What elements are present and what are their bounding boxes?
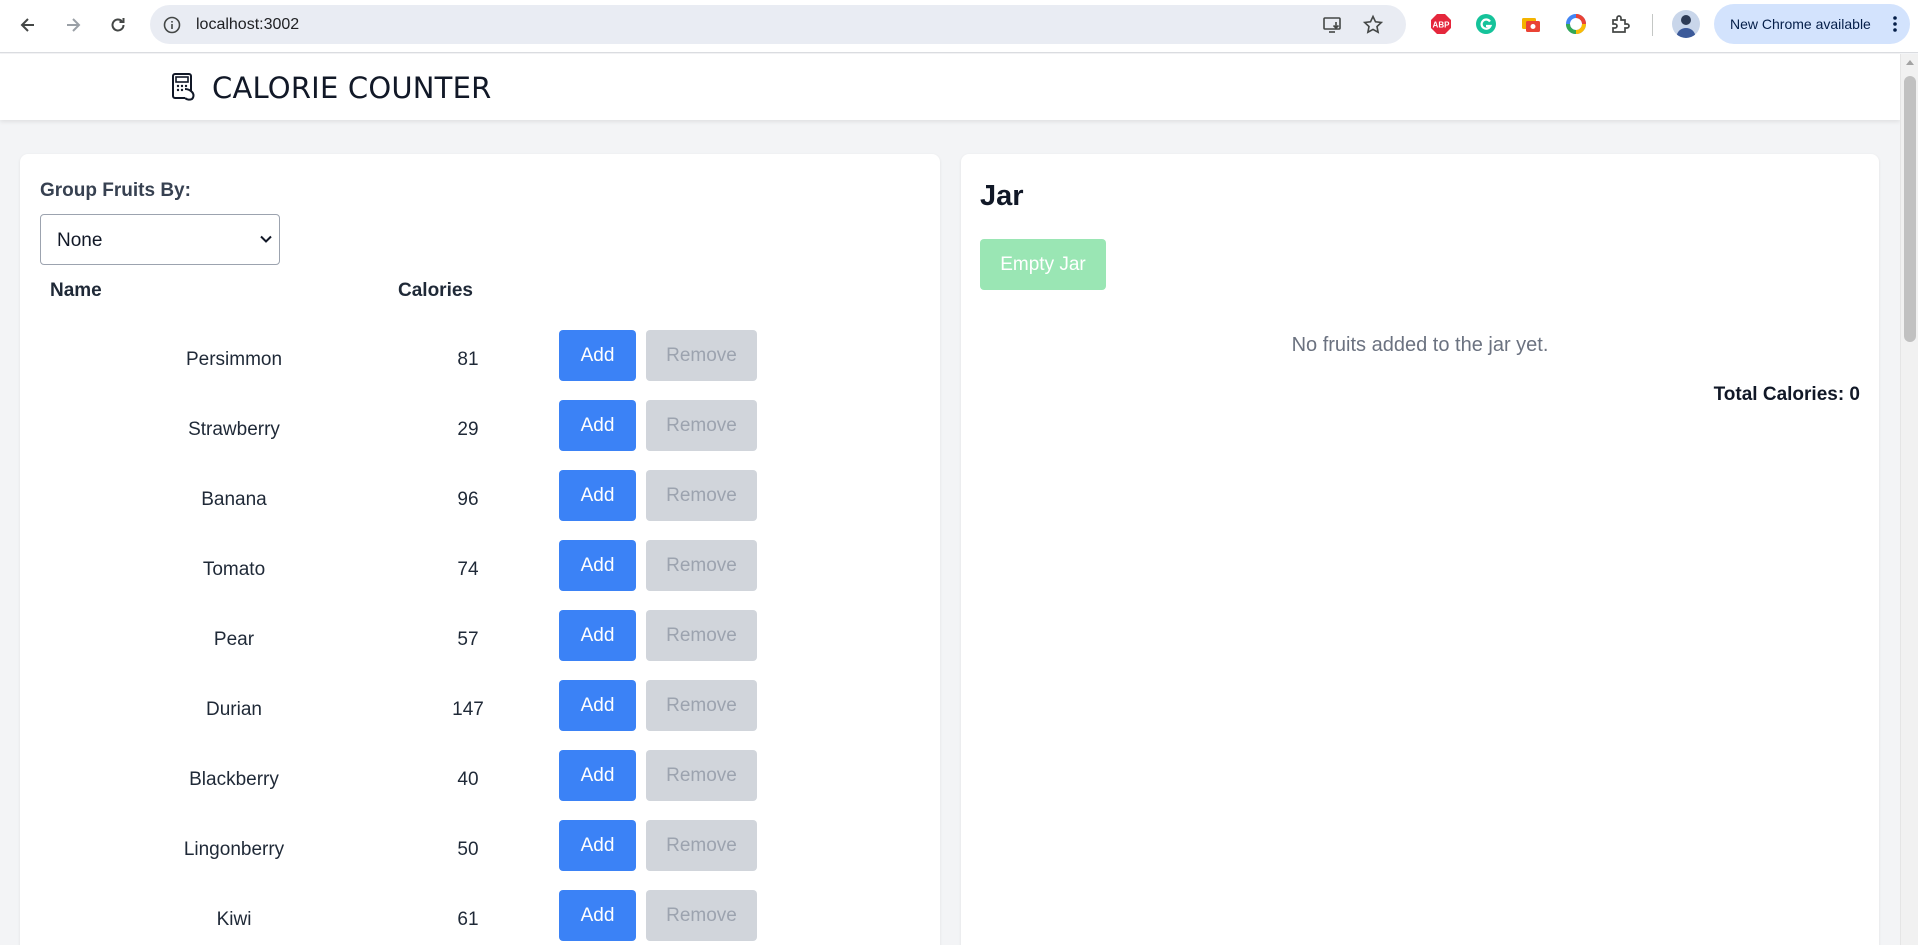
remove-button[interactable]: Remove <box>646 540 757 591</box>
app-header: CALORIE COUNTER <box>0 54 1900 120</box>
back-arrow-icon <box>20 18 34 32</box>
forward-arrow-icon <box>67 18 81 32</box>
fruit-name: Strawberry <box>188 419 280 440</box>
remove-button[interactable]: Remove <box>646 610 757 661</box>
color-ring-extension-icon[interactable] <box>1564 12 1588 36</box>
remove-button[interactable]: Remove <box>646 470 757 521</box>
remove-button[interactable]: Remove <box>646 750 757 801</box>
profile-avatar[interactable] <box>1672 10 1700 38</box>
svg-text:ABP: ABP <box>1433 21 1451 30</box>
remove-button[interactable]: Remove <box>646 400 757 451</box>
fruit-list-panel: Group Fruits By: None Name Calories Pers… <box>20 154 940 945</box>
install-app-icon[interactable] <box>1322 14 1344 36</box>
fruit-row: Durian 147 Add Remove <box>20 675 940 745</box>
fruit-calories: 81 <box>457 349 479 370</box>
fruit-table-body: Persimmon 81 Add Remove Strawberry 29 Ad… <box>20 325 940 945</box>
fruit-row: Persimmon 81 Add Remove <box>20 325 940 395</box>
calculator-hand-icon <box>172 73 195 101</box>
back-button[interactable] <box>13 10 43 40</box>
app-title: CALORIE COUNTER <box>212 71 492 105</box>
fruit-calories: 74 <box>457 559 479 580</box>
scroll-up-icon[interactable] <box>1906 60 1914 65</box>
more-menu-icon <box>1893 16 1897 32</box>
update-label: New Chrome available <box>1730 16 1871 32</box>
add-button[interactable]: Add <box>559 470 636 521</box>
fruit-calories: 147 <box>452 699 484 720</box>
add-button[interactable]: Add <box>559 540 636 591</box>
fruit-calories: 40 <box>457 769 479 790</box>
total-calories: Total Calories: 0 <box>1713 384 1860 405</box>
jar-empty-message: No fruits added to the jar yet. <box>1291 334 1549 356</box>
add-button[interactable]: Add <box>559 750 636 801</box>
add-button[interactable]: Add <box>559 400 636 451</box>
forward-button[interactable] <box>58 10 88 40</box>
fruit-calories: 50 <box>457 839 479 860</box>
add-button[interactable]: Add <box>559 610 636 661</box>
site-info-icon[interactable] <box>162 15 182 35</box>
jar-panel: Jar Empty Jar No fruits added to the jar… <box>961 154 1879 945</box>
reload-button[interactable] <box>103 10 133 40</box>
add-button[interactable]: Add <box>559 330 636 381</box>
fruit-row: Tomato 74 Add Remove <box>20 535 940 605</box>
fruit-name: Kiwi <box>216 909 252 930</box>
adblock-extension-icon[interactable]: ABP <box>1429 12 1453 36</box>
remove-button[interactable]: Remove <box>646 890 757 941</box>
group-by-value: None <box>57 230 103 251</box>
reload-icon <box>111 18 125 32</box>
group-by-label: Group Fruits By: <box>40 180 191 201</box>
add-button[interactable]: Add <box>559 680 636 731</box>
fruit-name: Banana <box>201 489 267 510</box>
jar-title: Jar <box>980 180 1024 212</box>
add-button[interactable]: Add <box>559 820 636 871</box>
scrollbar-thumb[interactable] <box>1904 76 1916 342</box>
group-by-select[interactable]: None <box>40 214 280 265</box>
address-bar[interactable]: localhost:3002 <box>150 5 1406 44</box>
fruit-calories: 96 <box>457 489 479 510</box>
chevron-down-icon <box>260 235 272 243</box>
screenshot-extension-icon[interactable] <box>1519 12 1543 36</box>
fruit-calories: 57 <box>457 629 479 650</box>
fruit-name: Lingonberry <box>183 839 285 860</box>
fruit-name: Tomato <box>202 559 266 580</box>
fruit-name: Durian <box>206 699 262 720</box>
chrome-update-button[interactable]: New Chrome available <box>1714 4 1910 44</box>
fruit-name: Persimmon <box>185 349 283 370</box>
fruit-name: Blackberry <box>189 769 279 790</box>
column-header-calories: Calories <box>398 280 473 301</box>
bookmark-star-icon[interactable] <box>1362 14 1384 36</box>
column-header-name: Name <box>50 280 102 301</box>
fruit-row: Blackberry 40 Add Remove <box>20 745 940 815</box>
remove-button[interactable]: Remove <box>646 820 757 871</box>
user-avatar-icon <box>1676 15 1696 38</box>
add-button[interactable]: Add <box>559 890 636 941</box>
fruit-row: Strawberry 29 Add Remove <box>20 395 940 465</box>
extensions-puzzle-icon[interactable] <box>1608 12 1632 36</box>
remove-button[interactable]: Remove <box>646 330 757 381</box>
page-scrollbar[interactable] <box>1900 54 1918 945</box>
empty-jar-button[interactable]: Empty Jar <box>980 239 1106 290</box>
browser-toolbar: localhost:3002 ABP New Chrome available <box>0 0 1918 53</box>
fruit-calories: 29 <box>457 419 479 440</box>
remove-button[interactable]: Remove <box>646 680 757 731</box>
fruit-row: Kiwi 61 Add Remove <box>20 885 940 945</box>
fruit-calories: 61 <box>457 909 479 930</box>
grammarly-extension-icon[interactable] <box>1474 12 1498 36</box>
fruit-row: Pear 57 Add Remove <box>20 605 940 675</box>
fruit-name: Pear <box>213 629 255 650</box>
fruit-row: Banana 96 Add Remove <box>20 465 940 535</box>
url-text[interactable]: localhost:3002 <box>196 16 299 34</box>
fruit-row: Lingonberry 50 Add Remove <box>20 815 940 885</box>
toolbar-separator <box>1652 14 1653 36</box>
